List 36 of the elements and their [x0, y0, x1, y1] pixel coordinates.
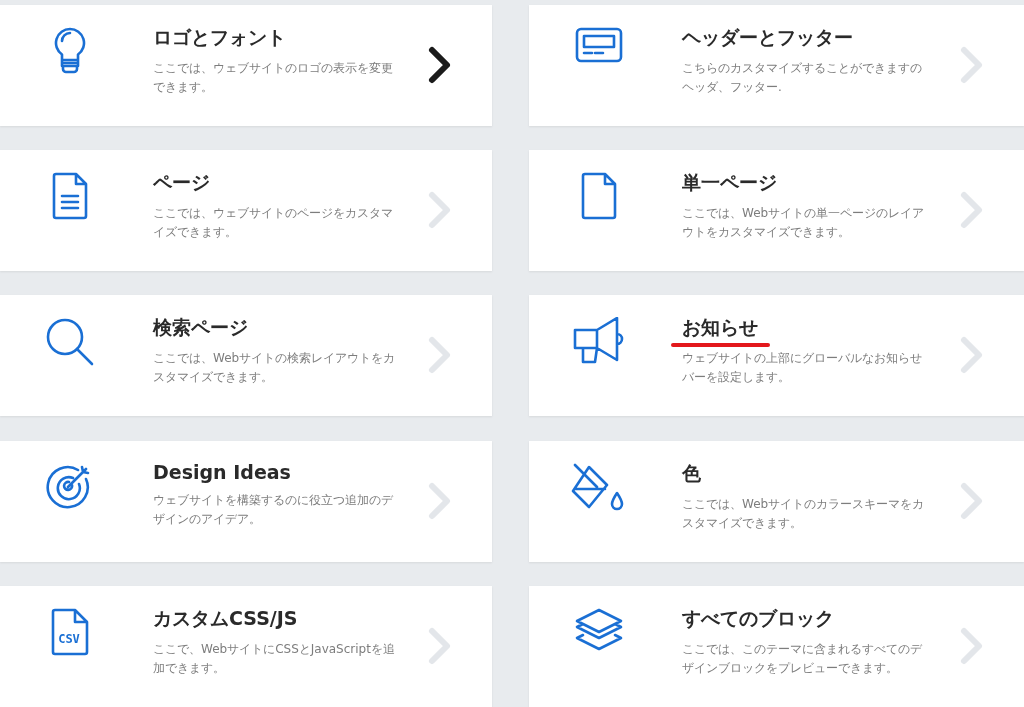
search-icon — [44, 317, 95, 368]
settings-card[interactable]: 単一ページ ここでは、Webサイトの単一ページのレイアウトをカスタマイズできます。 — [529, 150, 1024, 272]
card-description: ここでは、Webサイトのカラースキーマをカスタマイズできます。 — [682, 495, 926, 532]
settings-card[interactable]: 色 ここでは、Webサイトのカラースキーマをカスタマイズできます。 — [529, 440, 1024, 562]
document-icon — [51, 172, 88, 221]
lightbulb-icon — [53, 27, 86, 75]
card-title: カスタムCSS/JS — [153, 605, 298, 631]
card-description: ここで、WebサイトにCSSとJavaScriptを追加できます。 — [153, 640, 396, 677]
settings-card[interactable]: 検索ページ ここでは、Webサイトの検索レイアウトをカスタマイズできます。 — [0, 295, 492, 417]
megaphone-icon — [572, 317, 625, 366]
header-footer-icon — [574, 27, 623, 63]
card-title: 検索ページ — [153, 315, 248, 341]
settings-card[interactable]: Design Ideas ウェブサイトを構築するのに役立つ追加のデザインのアイデア。 — [0, 440, 492, 562]
card-description: ここでは、ウェブサイトのロゴの表示を変更できます。 — [153, 60, 394, 96]
card-description: ここでは、ウェブサイトのページをカスタマイズできます。 — [153, 205, 394, 242]
blank-page-icon — [580, 172, 617, 221]
card-description: ウェブサイトを構築するのに役立つ追加のデザインのアイデア。 — [153, 491, 394, 528]
settings-card[interactable]: ヘッダーとフッター こちらのカスタマイズすることができますのヘッダ、フッター. — [529, 5, 1024, 126]
card-description: こちらのカスタマイズすることができますのヘッダ、フッター. — [682, 60, 923, 96]
card-title: 色 — [682, 460, 701, 486]
card-title: ヘッダーとフッター — [682, 25, 853, 50]
card-description: ここでは、Webサイトの単一ページのレイアウトをカスタマイズできます。 — [682, 205, 926, 242]
settings-card[interactable]: すべてのブロック ここでは、このテーマに含まれるすべてのデザインブロックをプレビューできます。 — [529, 585, 1024, 707]
card-description: ここでは、このテーマに含まれるすべてのデザインブロックをプレビューできます。 — [682, 640, 923, 677]
card-title: ロゴとフォント — [153, 25, 286, 50]
settings-card[interactable]: ページ ここでは、ウェブサイトのページをカスタマイズできます。 — [0, 150, 492, 272]
settings-card[interactable]: ロゴとフォント ここでは、ウェブサイトのロゴの表示を変更できます。 — [0, 5, 492, 126]
settings-card[interactable]: お知らせ ウェブサイトの上部にグローバルなお知らせバーを設定します。 — [529, 295, 1024, 417]
card-description: ウェブサイトの上部にグローバルなお知らせバーを設定します。 — [682, 350, 923, 387]
card-title: Design Ideas — [153, 460, 291, 483]
card-description: ここでは、Webサイトの検索レイアウトをカスタマイズできます。 — [153, 350, 397, 387]
settings-card[interactable]: CSV カスタムCSS/JS ここで、WebサイトにCSSとJavaScriptを追加できます。 — [0, 585, 492, 707]
card-title: お知らせ — [682, 315, 758, 341]
card-title: ページ — [153, 170, 210, 196]
card-title: 単一ページ — [682, 170, 777, 196]
card-title: すべてのブロック — [682, 605, 834, 631]
